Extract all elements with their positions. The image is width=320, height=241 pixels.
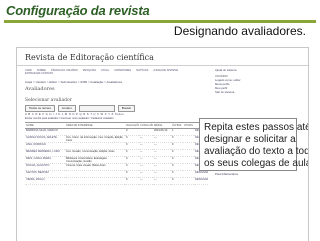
cell: 0 (125, 156, 139, 164)
cell: — (139, 177, 153, 185)
table-row: Mendes Ferreira, Luiza Inov. Gestão, Com… (25, 149, 208, 157)
reviewer-area: Biblioteca Universitária, Estratégias Co… (65, 156, 125, 164)
match-select[interactable]: contém (57, 105, 76, 112)
cell: 0 (171, 142, 183, 150)
search-button[interactable]: Buscar (117, 105, 136, 112)
cell: — (153, 135, 171, 143)
nav-current[interactable]: Atual (101, 69, 109, 72)
callout-line: avaliação do texto a todos (204, 146, 309, 157)
table-row: Rocha, Augusto Cinema, Artes visuais, Be… (25, 163, 208, 171)
reviewer-name[interactable]: Vieira, Paulo (25, 177, 65, 185)
nav-news[interactable]: Notícias (136, 69, 148, 72)
cell: — (153, 170, 171, 178)
cell: 1 (171, 128, 183, 136)
reviewer-name[interactable]: Garcia Souza, Arlete (25, 135, 65, 143)
cell: 0 (125, 142, 139, 150)
sidebar-link[interactable]: Sair do sistema (215, 90, 303, 94)
table-row: Barbosa Silva, Márcio 0 2013-06-13 1 Des… (25, 128, 208, 136)
cell: — (153, 163, 171, 171)
cell: — (139, 163, 153, 171)
slide-subtitle: Designando avaliadores. (173, 24, 306, 38)
cell (183, 135, 194, 143)
search-input[interactable] (78, 105, 115, 112)
cell: 0 (171, 170, 183, 178)
help-link[interactable]: Ajuda do sistema (215, 68, 303, 72)
reviewer-area: Inov. Gestão, Comunicação, Edição, Artes (65, 149, 125, 157)
cell: — (153, 149, 171, 157)
reviewer-name[interactable]: Rocha, Augusto (25, 163, 65, 171)
cell (183, 142, 194, 150)
cell (139, 128, 153, 136)
title-rule (4, 20, 316, 23)
reviewer-name[interactable]: Santos, Beatriz (25, 170, 65, 178)
table-row: Santos, Beatriz 0 — — 0 Designar (25, 170, 208, 178)
cell (183, 149, 194, 157)
reviewer-area (65, 177, 125, 185)
slide-title: Configuração da revista (6, 3, 150, 18)
cell: 0 (125, 163, 139, 171)
cell: 0 (171, 149, 183, 157)
cell: 0 (125, 149, 139, 157)
nav-archives[interactable]: Anteriores (114, 69, 131, 72)
cell: — (139, 135, 153, 143)
assign-link[interactable]: Designar (194, 170, 208, 178)
cell: 0 (125, 170, 139, 178)
cell: 0 (125, 135, 139, 143)
cell: — (153, 156, 171, 164)
nav-help[interactable]: Ajuda de sistema (153, 69, 178, 72)
alphabet-filter[interactable]: A B C D E F G H I J K L M N O P Q R S T … (25, 112, 124, 116)
reviewer-area (65, 170, 125, 178)
cell: — (139, 142, 153, 150)
callout-line: designar e solicitar a (204, 134, 296, 145)
callout-line: os seus colegas de aula. (204, 158, 309, 169)
cell: 0 (171, 135, 183, 143)
page-title: Avaliadores (25, 86, 55, 92)
cell: 0 (171, 177, 183, 185)
table-row: Garcia Souza, Arlete Inov. Ciênc. da Inf… (25, 135, 208, 143)
cell (183, 156, 194, 164)
cell: 0 (171, 156, 183, 164)
cell (183, 128, 194, 136)
nav-user-home[interactable]: Página do usuário (51, 69, 78, 72)
cell: — (139, 149, 153, 157)
reviewer-name[interactable]: Reis, Carla Maria (25, 156, 65, 164)
reviewer-name[interactable]: Mendes Ferreira, Luiza (25, 149, 65, 157)
reviewer-name[interactable]: Barbosa Silva, Márcio (25, 128, 65, 136)
reviewer-area (65, 142, 125, 150)
site-title: Revista de Editoração científica (25, 53, 154, 62)
table-row: Lima, Rodrigo 0 — — 0 Designado (25, 142, 208, 150)
search-form: Todos os nomes contém Buscar (25, 105, 136, 112)
nav-contact[interactable]: Entrar em contato (25, 72, 53, 75)
nav-search[interactable]: Pesquisa (83, 69, 96, 72)
cell: — (139, 170, 153, 178)
reviewer-name[interactable]: Lima, Rodrigo (25, 142, 65, 150)
assign-link[interactable]: Designar (194, 177, 208, 185)
field-select[interactable]: Todos os nomes (25, 105, 55, 112)
cell: — (153, 142, 171, 150)
cell: — (153, 177, 171, 185)
cell: 2013-06-13 (153, 128, 171, 136)
reviewer-area: Inov. Ciênc. da Informação, Inov. Criaçã… (65, 135, 125, 143)
section-heading: Selecionar avaliador (25, 98, 72, 103)
breadcrumb[interactable]: Capa > Usuário > Editor > Submissões > #… (25, 80, 122, 84)
table-row: Vieira, Paulo 0 — — 0 Designar (25, 177, 208, 185)
cell (183, 163, 194, 171)
instruction-callout: Repita estes passos até designar e solic… (199, 118, 309, 171)
table-row: Reis, Carla Maria Biblioteca Universitár… (25, 156, 208, 164)
reviewer-area: Cinema, Artes visuais, Belas Artes (65, 163, 125, 171)
top-nav: Capa Sobre Página do usuário Pesquisa At… (25, 69, 205, 75)
reviewer-area (65, 128, 125, 136)
cell (183, 177, 194, 185)
cell (183, 170, 194, 178)
reviewer-links[interactable]: Enviar convite para avaliador / Inscreve… (25, 117, 114, 120)
screenshot-panel: Revista de Editoração científica Capa So… (16, 47, 309, 241)
cell: 0 (125, 177, 139, 185)
cell: 0 (125, 128, 139, 136)
cell: 0 (171, 163, 183, 171)
reviewers-table: Nome Área de interesse Avaliações Conclu… (25, 122, 208, 185)
info-link[interactable]: Para bibliotecários (215, 172, 303, 176)
callout-line: Repita estes passos até (204, 122, 309, 133)
cell: — (139, 156, 153, 164)
